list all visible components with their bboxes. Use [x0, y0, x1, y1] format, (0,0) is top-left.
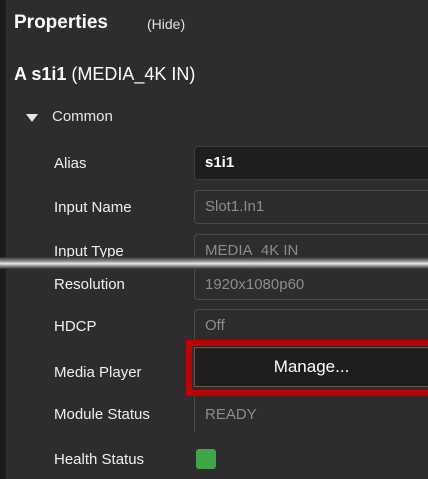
resolution-field: 1920x1080p60	[194, 268, 428, 300]
highlight-box	[186, 340, 428, 396]
chevron-down-icon[interactable]	[26, 114, 38, 122]
health-status-indicator	[196, 449, 216, 469]
input-name-field: Slot1.In1	[194, 190, 428, 224]
capture-artifact-band	[0, 257, 428, 269]
input-name-label: Input Name	[54, 199, 132, 216]
device-name: A s1i1	[14, 64, 67, 84]
hdcp-field: Off	[194, 309, 428, 343]
device-heading: A s1i1 (MEDIA_4K IN)	[14, 64, 195, 85]
health-status-label: Health Status	[54, 451, 145, 468]
properties-panel: Properties (Hide) A s1i1 (MEDIA_4K IN) C…	[0, 0, 428, 479]
media-player-label: Media Player	[54, 364, 142, 381]
resolution-label: Resolution	[54, 276, 125, 293]
hide-link[interactable]: (Hide)	[147, 16, 185, 32]
hdcp-label: HDCP	[54, 318, 97, 335]
device-type: (MEDIA_4K IN)	[71, 64, 196, 84]
panel-title: Properties	[14, 12, 108, 33]
module-status-label: Module Status	[54, 406, 150, 423]
module-status-value: READY	[205, 406, 257, 423]
group-common-label[interactable]: Common	[52, 108, 113, 125]
alias-label: Alias	[54, 155, 87, 172]
alias-field[interactable]: s1i1	[194, 146, 428, 180]
panel-left-border	[0, 0, 6, 479]
